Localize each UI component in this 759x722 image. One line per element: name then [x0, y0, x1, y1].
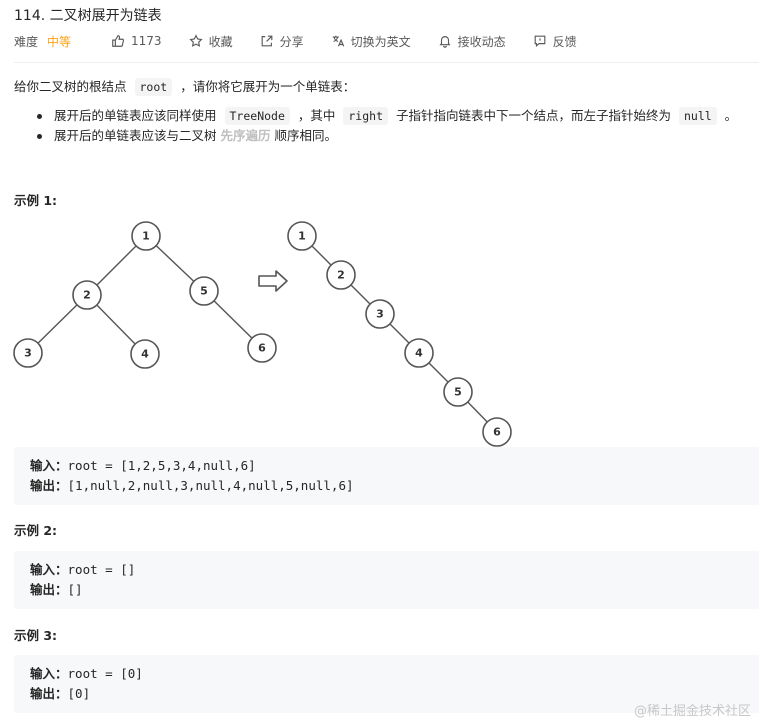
subscribe-label: 接收动态 [457, 34, 506, 49]
watermark: @稀土掘金技术社区 [633, 704, 751, 719]
example-input-row: 输入：root = [] [30, 560, 759, 580]
example-1-figure: 1 2 5 3 4 6 1 2 3 4 5 6 [13, 221, 512, 447]
example-input-row: 输入：root = [0] [30, 664, 759, 684]
example-1-title: 示例 1: [14, 193, 58, 208]
switch-language-label: 切换为英文 [350, 34, 411, 49]
inline-code: null [678, 107, 717, 125]
share-icon [261, 35, 272, 47]
list-item-text: 。 [724, 108, 738, 123]
input-value: root = [] [67, 562, 136, 577]
like-count: 1173 [131, 34, 162, 48]
tree-node-label: 1 [142, 230, 150, 243]
intro-text: ，请你将它展开为一个单链表： [180, 79, 356, 94]
emphasis-text: 先序遍历 [220, 128, 271, 143]
list-node-label: 2 [337, 269, 345, 282]
feedback-button[interactable]: 反馈 [533, 33, 577, 50]
subscribe-button[interactable]: 接收动态 [438, 33, 506, 50]
output-value: [0] [67, 686, 91, 701]
output-value: [1,null,2,null,3,null,4,null,5,null,6] [67, 478, 354, 493]
tree-node-label: 3 [24, 347, 32, 360]
bell-icon [439, 36, 451, 48]
switch-language-button[interactable]: 切换为英文 [331, 33, 411, 50]
example-2-title: 示例 2: [14, 523, 58, 538]
problem-title: 114. 二叉树展开为链表 [14, 8, 162, 24]
tree-node-label: 5 [200, 285, 208, 298]
inline-code: TreeNode [224, 107, 290, 125]
example-3-title: 示例 3: [14, 628, 58, 643]
list-node-label: 5 [454, 386, 462, 399]
output-label: 输出： [30, 686, 68, 701]
example-1-code: 输入：root = [1,2,5,3,4,null,6] 输出：[1,null,… [14, 447, 759, 505]
favorite-label: 收藏 [208, 34, 233, 49]
list-node-label: 6 [493, 426, 501, 439]
problem-intro: 给你二叉树的根结点 root ，请你将它展开为一个单链表： [14, 78, 355, 96]
tree-node-label: 6 [258, 342, 266, 355]
list-item-text: ，其中 [297, 108, 336, 123]
list-node-label: 1 [298, 230, 306, 243]
input-label: 输入： [30, 458, 68, 473]
share-label: 分享 [279, 34, 304, 49]
list-item-text: 展开后的单链表应该同样使用 [54, 108, 217, 123]
input-label: 输入： [30, 666, 68, 681]
input-value: root = [1,2,5,3,4,null,6] [67, 458, 256, 473]
problem-meta-bar: 难度 中等 1173 收藏 分享 切换为英文 接收动态 反馈 [14, 33, 604, 49]
arrow-right-icon [258, 270, 288, 292]
difficulty-label: 难度 [14, 34, 39, 49]
divider [14, 62, 759, 63]
example-2-code: 输入：root = [] 输出：[] [14, 551, 759, 609]
like-button[interactable]: 1173 [111, 34, 162, 48]
list-node-label: 4 [415, 347, 423, 360]
list-item: 展开后的单链表应该同样使用 TreeNode ，其中 right 子指针指向链表… [14, 106, 737, 126]
translate-icon [332, 35, 344, 47]
output-value: [] [67, 582, 83, 597]
list-item-text: 子指针指向链表中下一个结点，而左子指针始终为 [395, 108, 671, 123]
list-node-label: 3 [376, 308, 384, 321]
output-label: 输出： [30, 582, 68, 597]
feedback-label: 反馈 [552, 34, 577, 49]
difficulty-badge: 中等 [47, 34, 72, 49]
list-item: 展开后的单链表应该与二叉树 先序遍历 顺序相同。 [14, 126, 737, 146]
list-item-text: 顺序相同。 [274, 128, 338, 143]
tree-node-label: 2 [83, 289, 91, 302]
example-input-row: 输入：root = [1,2,5,3,4,null,6] [30, 456, 759, 476]
example-output-row: 输出：[1,null,2,null,3,null,4,null,5,null,6… [30, 476, 759, 496]
list-item-text: 展开后的单链表应该与二叉树 [54, 128, 217, 143]
input-label: 输入： [30, 562, 68, 577]
inline-code: right [343, 107, 388, 125]
requirements-list: 展开后的单链表应该同样使用 TreeNode ，其中 right 子指针指向链表… [14, 106, 737, 146]
input-value: root = [0] [67, 666, 143, 681]
favorite-button[interactable]: 收藏 [188, 33, 233, 50]
feedback-icon [534, 35, 546, 48]
inline-code: root [134, 78, 173, 96]
star-icon [188, 34, 203, 47]
share-button[interactable]: 分享 [260, 33, 304, 50]
example-output-row: 输出：[] [30, 580, 759, 600]
thumbs-up-icon [112, 35, 125, 47]
intro-text: 给你二叉树的根结点 [14, 79, 127, 94]
output-label: 输出： [30, 478, 68, 493]
tree-node-label: 4 [141, 348, 149, 361]
